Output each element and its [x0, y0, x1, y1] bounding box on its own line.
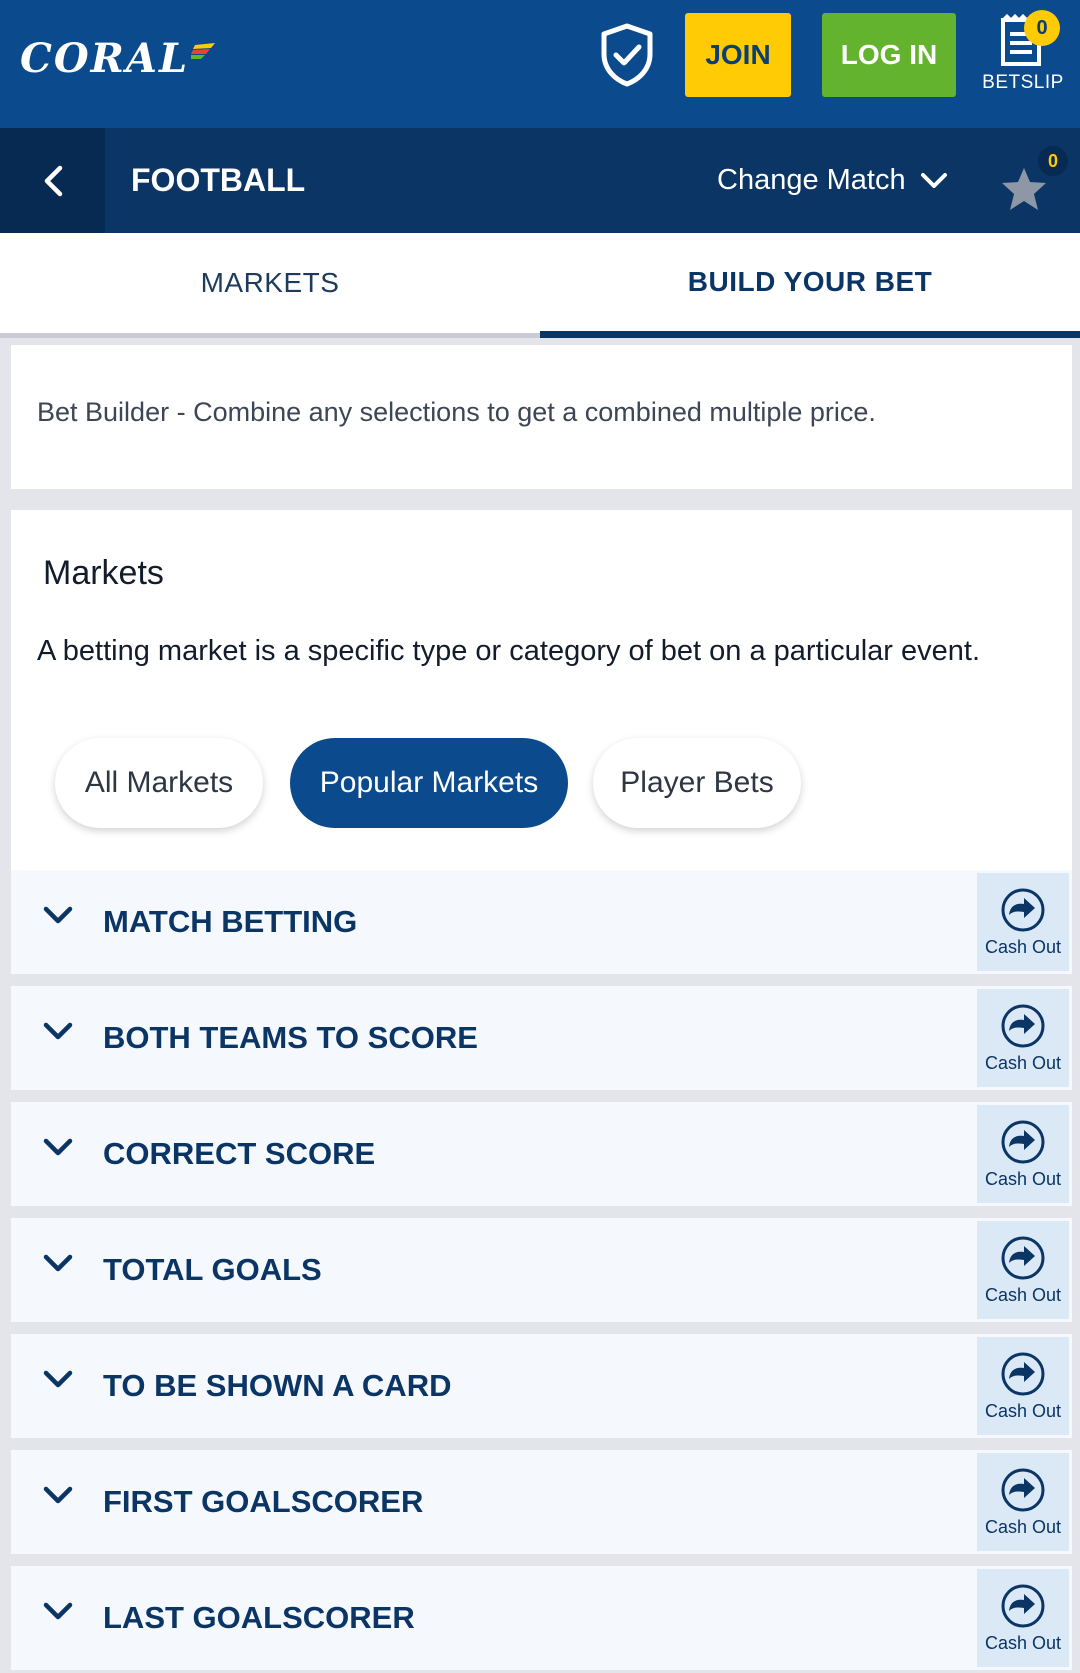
- bet-builder-info-text: Bet Builder - Combine any selections to …: [37, 397, 876, 427]
- logo-text: CORAL: [20, 34, 190, 82]
- market-row-label: LAST GOALSCORER: [103, 1600, 415, 1635]
- chevron-down-icon: [43, 1370, 73, 1388]
- chevron-down-icon: [43, 1602, 73, 1620]
- sport-subheader: FOOTBALL Change Match 0: [0, 128, 1080, 233]
- cash-out-label: Cash Out: [984, 1401, 1062, 1421]
- betslip-count-badge: 0: [1024, 10, 1060, 46]
- cash-out-icon: [1001, 1004, 1045, 1048]
- market-accordion-row[interactable]: LAST GOALSCORER Cash Out: [11, 1566, 1072, 1670]
- safer-gambling-shield-icon[interactable]: [598, 22, 656, 88]
- filter-popular-markets[interactable]: Popular Markets: [290, 738, 568, 828]
- cash-out-icon: [1001, 888, 1045, 932]
- market-accordion-row[interactable]: FIRST GOALSCORER Cash Out: [11, 1450, 1072, 1554]
- cash-out-label: Cash Out: [984, 1633, 1062, 1653]
- market-row-label: TO BE SHOWN A CARD: [103, 1368, 452, 1403]
- cash-out-label: Cash Out: [984, 1285, 1062, 1305]
- cash-out-label: Cash Out: [984, 1169, 1062, 1189]
- cash-out-badge: Cash Out: [977, 873, 1069, 971]
- favourites-button[interactable]: 0: [996, 146, 1068, 216]
- market-row-label: BOTH TEAMS TO SCORE: [103, 1020, 478, 1055]
- market-accordion-row[interactable]: CORRECT SCORE Cash Out: [11, 1102, 1072, 1206]
- coral-logo[interactable]: CORAL: [20, 28, 217, 88]
- change-match-dropdown[interactable]: Change Match: [717, 128, 948, 233]
- back-button[interactable]: [0, 128, 105, 233]
- change-match-label: Change Match: [717, 164, 906, 196]
- market-accordion-row[interactable]: TO BE SHOWN A CARD Cash Out: [11, 1334, 1072, 1438]
- cash-out-icon: [1001, 1120, 1045, 1164]
- markets-description: A betting market is a specific type or c…: [37, 635, 980, 667]
- cash-out-badge: Cash Out: [977, 1221, 1069, 1319]
- tab-build-your-bet[interactable]: BUILD YOUR BET: [540, 233, 1080, 338]
- chevron-down-icon: [43, 906, 73, 924]
- markets-filter-card: Markets A betting market is a specific t…: [11, 510, 1072, 870]
- cash-out-icon: [1001, 1352, 1045, 1396]
- tab-markets[interactable]: MARKETS: [0, 233, 540, 338]
- logo-flag-icon: [191, 43, 216, 59]
- betslip-label: BETSLIP: [982, 72, 1064, 93]
- sport-title: FOOTBALL: [131, 162, 306, 198]
- cash-out-badge: Cash Out: [977, 989, 1069, 1087]
- cash-out-badge: Cash Out: [977, 1105, 1069, 1203]
- chevron-down-icon: [920, 172, 947, 188]
- market-row-label: MATCH BETTING: [103, 904, 358, 939]
- chevron-down-icon: [43, 1138, 73, 1156]
- market-accordion-row[interactable]: MATCH BETTING Cash Out: [11, 870, 1072, 974]
- favourites-count-badge: 0: [1038, 146, 1068, 176]
- top-header: CORAL JOIN LOG IN 0 BETSLIP: [0, 0, 1080, 128]
- chevron-down-icon: [43, 1022, 73, 1040]
- betslip-button[interactable]: 0 BETSLIP: [980, 8, 1070, 108]
- login-button[interactable]: LOG IN: [822, 13, 956, 97]
- market-row-label: CORRECT SCORE: [103, 1136, 376, 1171]
- markets-title: Markets: [43, 554, 164, 592]
- cash-out-label: Cash Out: [984, 1517, 1062, 1537]
- filter-all-markets[interactable]: All Markets: [55, 738, 263, 828]
- filter-player-bets[interactable]: Player Bets: [593, 738, 801, 828]
- chevron-down-icon: [43, 1486, 73, 1504]
- cash-out-badge: Cash Out: [977, 1569, 1069, 1667]
- bet-builder-info-card: Bet Builder - Combine any selections to …: [11, 345, 1072, 489]
- cash-out-badge: Cash Out: [977, 1337, 1069, 1435]
- join-button[interactable]: JOIN: [685, 13, 791, 97]
- cash-out-label: Cash Out: [984, 1053, 1062, 1073]
- cash-out-icon: [1001, 1236, 1045, 1280]
- market-row-label: TOTAL GOALS: [103, 1252, 322, 1287]
- chevron-down-icon: [43, 1254, 73, 1272]
- event-tabs: MARKETS BUILD YOUR BET: [0, 233, 1080, 338]
- chevron-left-icon: [44, 165, 62, 196]
- market-accordion-row[interactable]: TOTAL GOALS Cash Out: [11, 1218, 1072, 1322]
- market-accordion-row[interactable]: BOTH TEAMS TO SCORE Cash Out: [11, 986, 1072, 1090]
- cash-out-icon: [1001, 1468, 1045, 1512]
- cash-out-icon: [1001, 1584, 1045, 1628]
- star-icon: [1002, 168, 1046, 210]
- market-row-label: FIRST GOALSCORER: [103, 1484, 424, 1519]
- cash-out-label: Cash Out: [984, 937, 1062, 957]
- cash-out-badge: Cash Out: [977, 1453, 1069, 1551]
